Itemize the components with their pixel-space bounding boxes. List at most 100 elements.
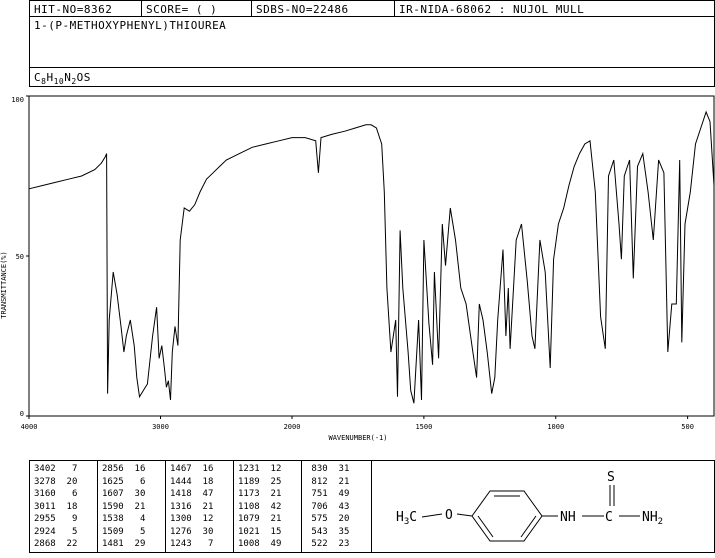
peak-wavenumber: 1316 — [170, 501, 192, 512]
x-tick-label: 1000 — [547, 423, 564, 431]
peak-row: 1481 29 — [102, 539, 145, 549]
peak-row: 522 23 — [306, 539, 349, 549]
peak-wavenumber: 1021 — [238, 526, 260, 537]
x-tick-label: 2000 — [284, 423, 301, 431]
c-o-bond — [421, 513, 443, 518]
peak-row: 1509 5 — [102, 527, 145, 537]
peak-wavenumber: 1079 — [238, 514, 260, 524]
x-tick-label: 4000 — [21, 423, 38, 431]
peak-transmittance: 43 — [327, 501, 350, 512]
x-tick-label: 3000 — [152, 423, 169, 431]
nh-label: NH — [560, 510, 576, 525]
peak-row: 812 21 — [306, 477, 349, 487]
y-axis-label: TRANSMITTANCE(%) — [0, 251, 8, 318]
peak-transmittance: 7 — [191, 539, 214, 549]
peak-row: 751 49 — [306, 489, 349, 499]
methyl-label: H3C — [396, 510, 417, 527]
peak-row: 3160 6 — [34, 489, 77, 499]
peak-row: 1231 12 — [238, 464, 281, 474]
peak-wavenumber: 2924 — [34, 526, 56, 537]
peak-wavenumber: 2955 — [34, 514, 56, 524]
peak-transmittance: 18 — [55, 501, 78, 512]
peak-wavenumber: 1625 — [102, 476, 124, 487]
plot-frame — [28, 95, 715, 417]
score-field: SCORE= ( ) — [142, 1, 252, 16]
chemical-structure: H3C O NH C S NH2 — [396, 470, 663, 542]
peak-row: 3011 18 — [34, 502, 77, 512]
peak-transmittance: 6 — [123, 476, 146, 487]
peak-column: 3402 7 3278 20 3160 6 3011 18 2955 9 2924 5 28… — [30, 461, 98, 552]
formula-box: C8H10N2OS — [29, 67, 715, 87]
peak-wavenumber: 1276 — [170, 526, 192, 537]
formula-h: H — [46, 71, 54, 84]
peak-wavenumber: 1590 — [102, 501, 124, 512]
y-tick-label: 100 — [11, 96, 24, 104]
sdbs-number: SDBS-NO=22486 — [252, 1, 395, 16]
peak-wavenumber: 3278 — [34, 476, 56, 487]
peak-row: 2924 5 — [34, 527, 77, 537]
peak-row: 3402 7 — [34, 464, 77, 474]
peak-wavenumber: 575 — [306, 514, 328, 524]
peak-wavenumber: 1008 — [238, 539, 260, 549]
ring-double-bond-3 — [477, 515, 494, 538]
peak-transmittance: 20 — [55, 476, 78, 487]
peak-transmittance: 18 — [191, 476, 214, 487]
peak-row: 1243 7 — [170, 539, 213, 549]
header-row: HIT-NO=8362 SCORE= ( ) SDBS-NO=22486 IR-… — [29, 0, 715, 17]
peak-row: 1008 49 — [238, 539, 281, 549]
peak-row: 1079 21 — [238, 514, 281, 524]
peak-transmittance: 29 — [123, 539, 146, 549]
peak-transmittance: 30 — [191, 526, 214, 537]
peak-wavenumber: 1231 — [238, 464, 260, 474]
peak-transmittance: 16 — [123, 464, 146, 474]
peak-transmittance: 21 — [327, 476, 350, 487]
peak-transmittance: 31 — [327, 464, 350, 474]
peak-transmittance: 49 — [327, 489, 350, 499]
y-axis-ticks: 0 50 100 — [11, 95, 29, 418]
molecular-formula: C8H10N2OS — [34, 71, 91, 86]
peak-wavenumber: 812 — [306, 476, 328, 487]
peak-row: 1021 15 — [238, 527, 281, 537]
peak-row: 543 35 — [306, 527, 349, 537]
peak-wavenumber: 2856 — [102, 464, 124, 474]
peak-row: 706 43 — [306, 502, 349, 512]
peak-row: 830 31 — [306, 464, 349, 474]
peak-transmittance: 4 — [123, 514, 146, 524]
peak-row: 1607 30 — [102, 489, 145, 499]
peak-wavenumber: 1467 — [170, 464, 192, 474]
peak-wavenumber: 1243 — [170, 539, 192, 549]
peak-row: 2868 22 — [34, 539, 77, 549]
peak-transmittance: 15 — [259, 526, 282, 537]
peak-column: 830 31 812 21 751 49 706 43 575 20 543 3… — [302, 461, 371, 552]
peak-transmittance: 42 — [259, 501, 282, 512]
hit-number: HIT-NO=8362 — [30, 1, 142, 16]
peak-transmittance: 47 — [191, 489, 214, 499]
ring-double-bond-2 — [520, 515, 537, 538]
peak-transmittance: 21 — [259, 514, 282, 524]
x-tick-label: 1500 — [415, 423, 432, 431]
peak-wavenumber: 1481 — [102, 539, 124, 549]
peak-wavenumber: 543 — [306, 526, 328, 537]
peak-wavenumber: 522 — [306, 539, 328, 549]
peak-row: 1418 47 — [170, 489, 213, 499]
peak-transmittance: 9 — [55, 514, 78, 524]
x-axis-ticks: 4000 3000 2000 1500 1000 500 — [21, 416, 694, 431]
peak-row: 2955 9 — [34, 514, 77, 524]
carbon-label: C — [605, 510, 613, 525]
benzene-ring — [471, 490, 543, 542]
peak-wavenumber: 751 — [306, 489, 328, 499]
oxygen-label: O — [445, 508, 453, 523]
formula-os: OS — [76, 71, 91, 84]
peak-column: 1467 16 1444 18 1418 47 1316 21 1300 12 1276 … — [166, 461, 234, 552]
peak-row: 1444 18 — [170, 477, 213, 487]
peak-column: 2856 16 1625 6 1607 30 1590 21 1538 4 1509 51… — [98, 461, 166, 552]
peak-transmittance: 5 — [55, 526, 78, 537]
transmittance-series — [28, 110, 715, 404]
peak-wavenumber: 3160 — [34, 489, 56, 499]
structure-box: H3C O NH C S NH2 — [371, 460, 715, 553]
nh2-label: NH2 — [642, 510, 663, 527]
peak-transmittance: 16 — [191, 464, 214, 474]
peak-column: 1231 12 1189 25 1173 21 1108 42 1079 21 1021 … — [234, 461, 302, 552]
peak-transmittance: 7 — [55, 464, 78, 474]
peak-wavenumber: 1538 — [102, 514, 124, 524]
